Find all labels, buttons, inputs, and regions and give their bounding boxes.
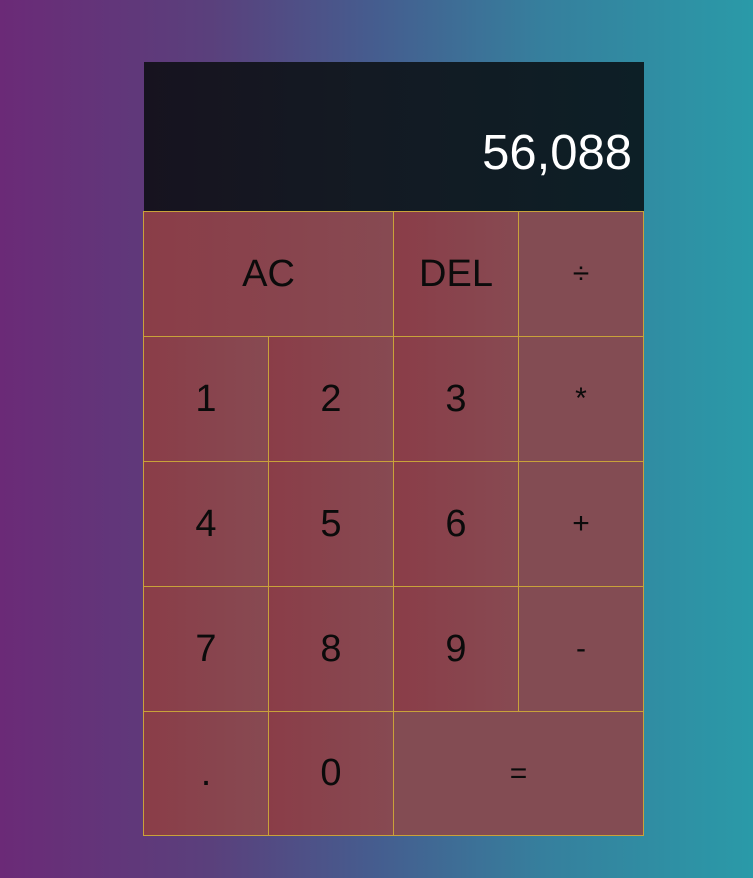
add-button[interactable]: +	[518, 461, 644, 587]
digit-6-button[interactable]: 6	[393, 461, 519, 587]
equals-button[interactable]: =	[393, 711, 644, 836]
digit-0-button[interactable]: 0	[268, 711, 394, 836]
decimal-button[interactable]: .	[143, 711, 269, 836]
keypad: AC DEL ÷ 1 2 3 * 4 5 6 + 7 8 9 - . 0 =	[143, 211, 644, 836]
digit-4-button[interactable]: 4	[143, 461, 269, 587]
digit-8-button[interactable]: 8	[268, 586, 394, 712]
digit-5-button[interactable]: 5	[268, 461, 394, 587]
delete-button[interactable]: DEL	[393, 211, 519, 337]
multiply-button[interactable]: *	[518, 336, 644, 462]
digit-7-button[interactable]: 7	[143, 586, 269, 712]
digit-2-button[interactable]: 2	[268, 336, 394, 462]
digit-1-button[interactable]: 1	[143, 336, 269, 462]
all-clear-button[interactable]: AC	[143, 211, 394, 337]
display-value: 56,088	[482, 126, 632, 180]
calculator-display: 56,088	[144, 62, 644, 212]
digit-9-button[interactable]: 9	[393, 586, 519, 712]
digit-3-button[interactable]: 3	[393, 336, 519, 462]
calculator: 56,088 AC DEL ÷ 1 2 3 * 4 5 6 + 7 8 9 - …	[143, 62, 644, 836]
subtract-button[interactable]: -	[518, 586, 644, 712]
divide-button[interactable]: ÷	[518, 211, 644, 337]
